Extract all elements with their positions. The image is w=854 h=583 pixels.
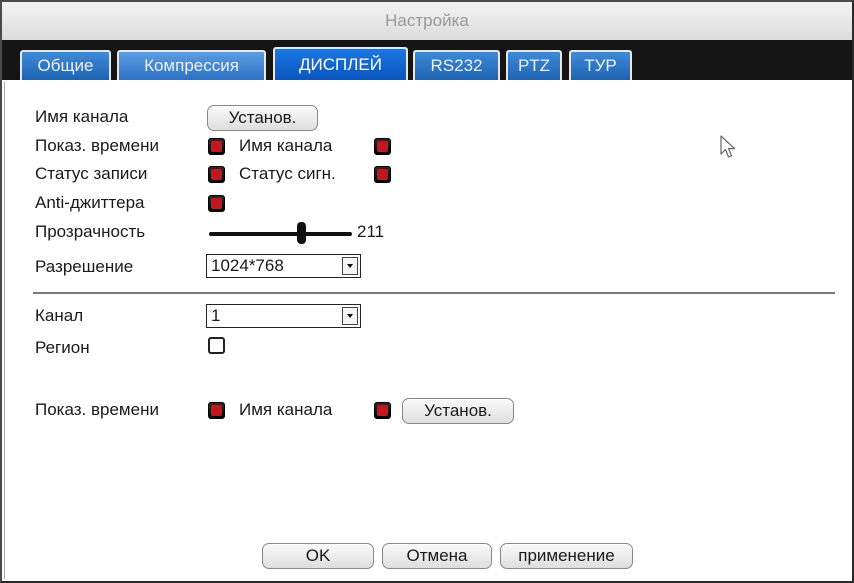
- channel-name-toggle-label: Имя канала: [239, 400, 333, 419]
- channel-name-checkbox[interactable]: [374, 402, 391, 419]
- channel-name-set-button[interactable]: Установ.: [207, 105, 318, 131]
- resolution-select[interactable]: 1024*768: [206, 254, 361, 278]
- region-label: Регион: [35, 338, 90, 357]
- tab-general[interactable]: Общие: [20, 50, 111, 80]
- anti-jitter-checkbox[interactable]: [208, 195, 225, 212]
- tab-display[interactable]: ДИСПЛЕЙ: [273, 47, 408, 80]
- channel-show-time-label: Показ. времени: [35, 400, 159, 419]
- channel-label: Канал: [35, 306, 84, 325]
- check-mark-icon: [377, 141, 388, 152]
- channel-name-label: Имя канала: [35, 107, 129, 126]
- transparency-value: 211: [357, 222, 385, 241]
- chevron-down-icon[interactable]: [342, 307, 358, 325]
- transparency-label: Прозрачность: [35, 222, 146, 241]
- tab-compression[interactable]: Компрессия: [117, 50, 266, 80]
- check-mark-icon: [211, 141, 222, 152]
- show-channel-name-label: Имя канала: [239, 136, 333, 155]
- record-status-label: Статус записи: [35, 164, 148, 183]
- tab-tour[interactable]: ТУР: [569, 50, 632, 80]
- channel-set-button[interactable]: Установ.: [402, 398, 514, 424]
- resolution-label: Разрешение: [35, 257, 134, 276]
- chevron-down-icon[interactable]: [342, 257, 358, 275]
- check-mark-icon: [211, 169, 222, 180]
- show-channel-name-checkbox[interactable]: [374, 138, 391, 155]
- settings-window: Настройка Общие Компрессия ДИСПЛЕЙ RS232…: [0, 0, 854, 583]
- check-mark-icon: [211, 405, 222, 416]
- resolution-value: 1024*768: [211, 256, 284, 275]
- channel-show-time-checkbox[interactable]: [208, 402, 225, 419]
- ok-button[interactable]: OK: [262, 543, 374, 569]
- window-title: Настройка: [2, 2, 852, 40]
- check-mark-icon: [211, 198, 222, 209]
- channel-value: 1: [211, 306, 221, 325]
- transparency-slider-thumb[interactable]: [296, 222, 306, 244]
- show-time-label: Показ. времени: [35, 136, 159, 155]
- transparency-slider-track[interactable]: [209, 232, 352, 236]
- tab-ptz[interactable]: PTZ: [506, 50, 562, 80]
- channel-select[interactable]: 1: [206, 304, 361, 328]
- mouse-pointer-icon: [719, 134, 737, 165]
- display-settings-panel: Имя канала Установ. Показ. времени Имя к…: [4, 82, 851, 579]
- check-mark-icon: [377, 405, 388, 416]
- tab-rs232[interactable]: RS232: [413, 50, 500, 80]
- cancel-button[interactable]: Отмена: [382, 543, 492, 569]
- alarm-status-label: Статус сигн.: [239, 164, 336, 183]
- section-divider: [33, 292, 835, 294]
- region-checkbox[interactable]: [208, 337, 225, 354]
- show-time-checkbox[interactable]: [208, 138, 225, 155]
- tab-bar: Общие Компрессия ДИСПЛЕЙ RS232 PTZ ТУР: [2, 40, 852, 80]
- record-status-checkbox[interactable]: [208, 166, 225, 183]
- check-mark-icon: [377, 169, 388, 180]
- alarm-status-checkbox[interactable]: [374, 166, 391, 183]
- anti-jitter-label: Anti-джиттера: [35, 193, 145, 212]
- apply-button[interactable]: применение: [500, 543, 633, 569]
